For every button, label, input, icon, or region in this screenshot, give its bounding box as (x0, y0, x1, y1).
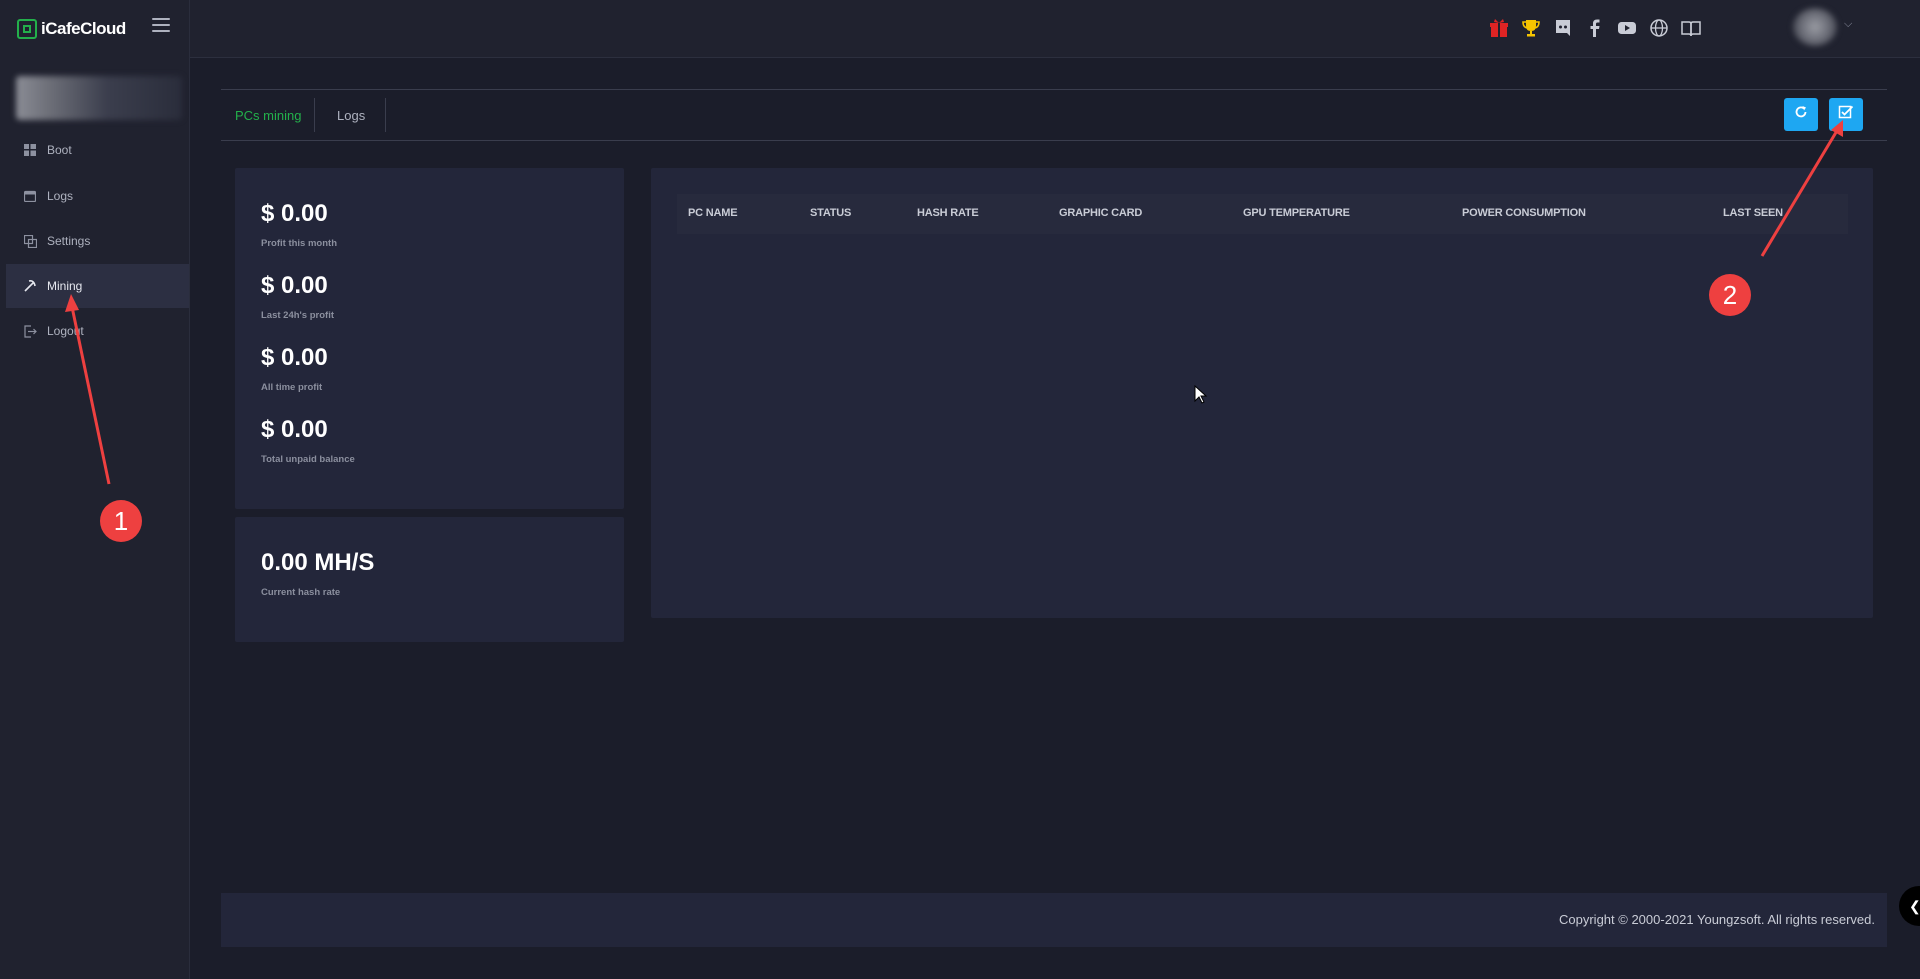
checklist-icon (1838, 104, 1854, 125)
tab-pcs-mining[interactable]: PCs mining (235, 90, 301, 140)
settings-icon (23, 234, 37, 248)
column-header-gpu-temperature[interactable]: GPU TEMPERATURE (1243, 207, 1350, 219)
book-icon[interactable] (1680, 17, 1702, 39)
table-header: PC NAME STATUS HASH RATE GRAPHIC CARD GP… (677, 194, 1848, 234)
hashrate-card: 0.00 MH/S Current hash rate (235, 517, 624, 642)
sidebar-item-label: Mining (47, 279, 83, 293)
profit-24h-value: $ 0.00 (261, 272, 328, 299)
avatar[interactable] (1793, 8, 1837, 46)
copyright-text: Copyright © 2000-2021 Youngzsoft. All ri… (1559, 912, 1875, 927)
pickaxe-icon (23, 279, 37, 293)
gift-icon[interactable] (1488, 17, 1510, 39)
trophy-icon[interactable] (1520, 17, 1542, 39)
profit-month-value: $ 0.00 (261, 200, 328, 227)
profit-alltime-value: $ 0.00 (261, 344, 328, 371)
tab-logs[interactable]: Logs (337, 90, 365, 140)
mining-pcs-table-card (651, 168, 1873, 618)
refresh-button[interactable] (1784, 98, 1818, 131)
globe-icon[interactable] (1648, 17, 1670, 39)
logo-text: iCafeCloud (41, 19, 126, 38)
sidebar-item-label: Boot (47, 143, 72, 157)
hamburger-menu-icon[interactable] (152, 18, 170, 32)
column-header-graphic-card[interactable]: GRAPHIC CARD (1059, 207, 1142, 219)
column-header-status[interactable]: STATUS (810, 207, 851, 219)
annotation-marker-2: 2 (1709, 274, 1751, 316)
sidebar-item-label: Settings (47, 234, 91, 248)
tab-separator (385, 98, 386, 132)
refresh-icon (1794, 105, 1808, 124)
logo-mark-icon (17, 19, 37, 39)
facebook-icon[interactable] (1584, 17, 1606, 39)
windows-icon (23, 143, 37, 157)
sidebar-item-settings[interactable]: Settings (6, 219, 189, 263)
sidebar-item-logs[interactable]: Logs (6, 174, 189, 218)
hashrate-label: Current hash rate (261, 587, 341, 598)
topbar: ⌵ (190, 0, 1920, 58)
batch-action-button[interactable] (1829, 98, 1863, 131)
sidebar-item-logout[interactable]: Logout (6, 309, 189, 353)
profile-card[interactable] (16, 76, 182, 120)
discord-icon[interactable] (1552, 17, 1574, 39)
sidebar-item-label: Logs (47, 189, 74, 203)
sidebar-item-label: Logout (47, 324, 84, 338)
sidebar-item-mining[interactable]: Mining (6, 264, 189, 308)
footer: Copyright © 2000-2021 Youngzsoft. All ri… (221, 893, 1887, 947)
column-header-last-seen[interactable]: LAST SEEN (1723, 207, 1783, 219)
profit-month-label: Profit this month (261, 238, 337, 249)
sidebar: iCafeCloud Boot Logs Settings Mining Log… (0, 0, 190, 979)
chevron-left-icon: ❮ (1909, 897, 1920, 914)
tab-separator (314, 98, 315, 132)
collapse-panel-button[interactable]: ❮ (1899, 886, 1920, 926)
hashrate-value: 0.00 MH/S (261, 549, 375, 576)
column-header-hash-rate[interactable]: HASH RATE (917, 207, 979, 219)
profit-24h-label: Last 24h's profit (261, 310, 334, 321)
column-header-power-consumption[interactable]: POWER CONSUMPTION (1462, 207, 1586, 219)
logout-icon (23, 324, 37, 338)
youtube-icon[interactable] (1616, 17, 1638, 39)
unpaid-balance-value: $ 0.00 (261, 416, 328, 443)
tabs-bar: PCs mining Logs (221, 89, 1887, 141)
chevron-down-icon[interactable]: ⌵ (1844, 18, 1852, 31)
sidebar-item-boot[interactable]: Boot (6, 128, 189, 172)
topbar-icons (1488, 17, 1702, 39)
mouse-cursor-icon (1194, 385, 1208, 404)
profit-alltime-label: All time profit (261, 382, 323, 393)
calendar-icon (23, 189, 37, 203)
column-header-pc-name[interactable]: PC NAME (688, 207, 738, 219)
annotation-marker-1: 1 (100, 500, 142, 542)
profit-stats-card: $ 0.00 Profit this month $ 0.00 Last 24h… (235, 168, 624, 509)
unpaid-balance-label: Total unpaid balance (261, 454, 355, 465)
app-logo[interactable]: iCafeCloud (17, 16, 126, 42)
